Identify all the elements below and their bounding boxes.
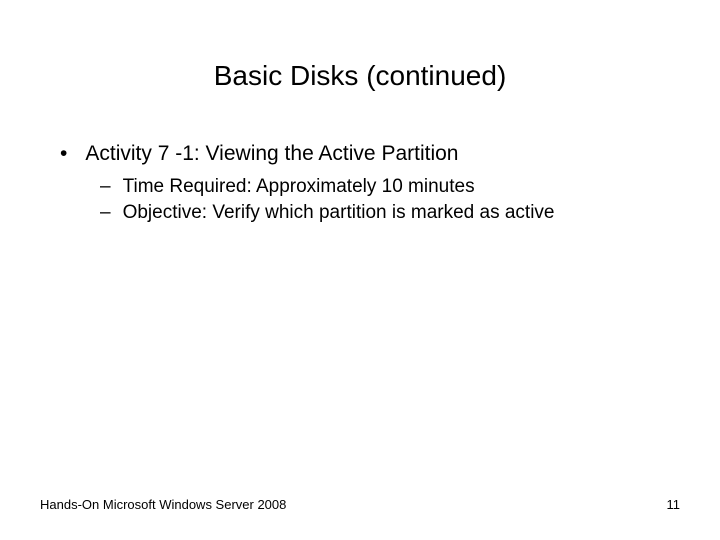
slide: Basic Disks (continued) • Activity 7 -1:… bbox=[0, 0, 720, 540]
footer-text: Hands-On Microsoft Windows Server 2008 bbox=[40, 497, 286, 512]
bullet-level-2: – Objective: Verify which partition is m… bbox=[100, 200, 680, 226]
slide-title: Basic Disks (continued) bbox=[40, 60, 680, 92]
bullet-dash-icon: – bbox=[100, 174, 111, 200]
bullet-level-2: – Time Required: Approximately 10 minute… bbox=[100, 174, 680, 200]
bullet-dash-icon: – bbox=[100, 200, 111, 226]
bullet-level-1: • Activity 7 -1: Viewing the Active Part… bbox=[60, 142, 680, 166]
slide-footer: Hands-On Microsoft Windows Server 2008 1… bbox=[40, 497, 680, 512]
bullet-time-text: Time Required: Approximately 10 minutes bbox=[123, 174, 475, 200]
bullet-objective-text: Objective: Verify which partition is mar… bbox=[123, 200, 555, 226]
bullet-activity-text: Activity 7 -1: Viewing the Active Partit… bbox=[85, 142, 458, 166]
bullet-dot-icon: • bbox=[60, 142, 67, 166]
slide-content: • Activity 7 -1: Viewing the Active Part… bbox=[60, 142, 680, 225]
page-number: 11 bbox=[667, 497, 681, 512]
